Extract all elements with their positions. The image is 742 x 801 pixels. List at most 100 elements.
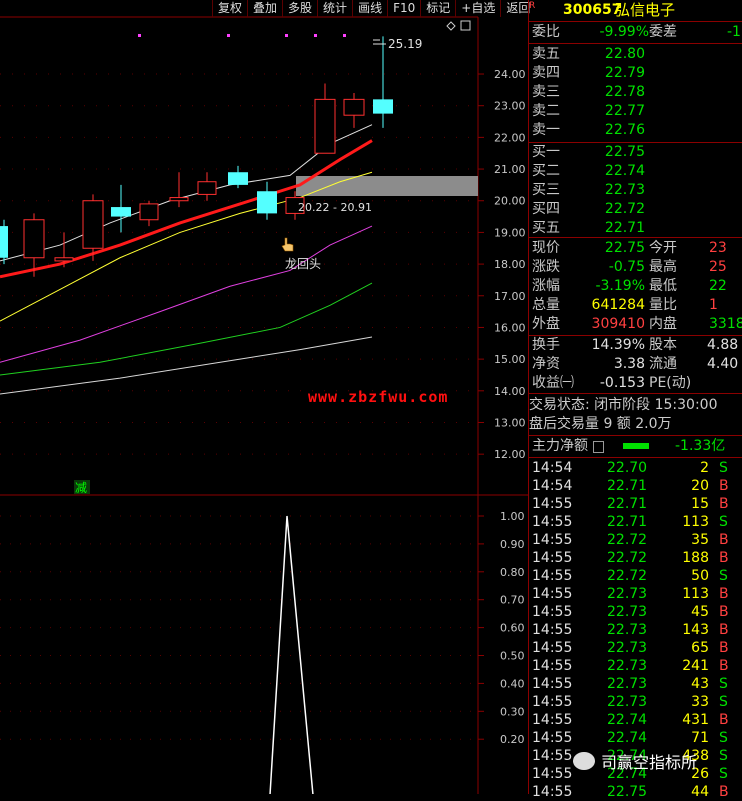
price-tick: 13.00 [494,416,526,429]
stat-value-2: 23 [709,240,727,256]
toolbar-button-5[interactable]: F10 [387,0,420,17]
toolbar-button-6[interactable]: 标记 [420,0,455,17]
tick-volume: 43 [691,676,709,692]
stat2-label: 收益㈠ [532,375,574,391]
price-tick: 15.00 [494,353,526,366]
tick-row: 14:55 22.73 65 B [529,639,742,657]
bid-row[interactable]: 买三 22.73 [529,181,742,200]
tick-side: B [719,622,729,638]
ask-price: 22.76 [604,122,645,138]
stat-label-2: 内盘 [649,316,677,332]
tick-side: S [719,730,728,746]
bid-row[interactable]: 买四 22.72 [529,200,742,219]
bid-price: 22.75 [604,144,645,160]
tick-row: 14:55 22.71 15 B [529,495,742,513]
stat-row: 外盘 309410 内盘 3318 [529,315,742,334]
ratio-value: -9.99% [599,24,649,40]
tick-row: 14:55 22.74 71 S [529,729,742,747]
bid-label: 买四 [532,201,560,217]
bid-label: 买三 [532,182,560,198]
stat-row: 涨幅 -3.19% 最低 22 [529,277,742,296]
ask-row[interactable]: 卖一 22.76 [529,121,742,140]
tick-side: B [719,604,729,620]
tick-volume: 113 [682,514,709,530]
tick-time: 14:55 [532,694,573,710]
price-tick: 16.00 [494,321,526,334]
tick-price: 22.75 [607,784,648,800]
tick-time: 14:55 [532,514,573,530]
candle[interactable] [0,219,8,265]
tick-time: 14:55 [532,622,573,638]
signal-label: 龙回头 [285,257,321,271]
tick-row: 14:55 22.73 43 S [529,675,742,693]
stat-label-2: 最高 [649,259,677,275]
price-tick: 21.00 [494,163,526,176]
tick-side: S [719,694,728,710]
stat-value-2: 1 [709,297,718,313]
tick-time: 14:55 [532,640,573,656]
stat2-value: 14.39% [591,337,645,353]
tick-time: 14:55 [532,496,573,512]
indicator-tick: 0.70 [500,594,525,607]
stock-code: 300657 [563,2,622,18]
tick-time: 14:55 [532,748,573,764]
tick-side: S [719,766,728,782]
stat2-row: 换手 14.39% 股本 4.88 [529,336,742,355]
diff-label: 委差 [649,24,677,40]
tick-price: 22.73 [607,676,648,692]
toolbar-button-7[interactable]: +自选 [455,0,500,17]
list-icon[interactable] [593,441,604,453]
toolbar-button-4[interactable]: 画线 [352,0,387,17]
tick-row: 14:55 22.72 35 B [529,531,742,549]
r-badge: R [529,1,536,11]
tick-price: 22.71 [607,496,648,512]
tick-price: 22.73 [607,604,648,620]
tick-side: S [719,748,728,764]
tick-row: 14:55 22.75 44 B [529,783,742,801]
tick-side: S [719,514,728,530]
toolbar-button-2[interactable]: 多股 [282,0,317,17]
tick-row: 14:55 22.73 33 S [529,693,742,711]
tick-time: 14:55 [532,766,573,782]
after-hours-line: 盘后交易量 9 额 2.0万 [529,416,672,432]
ask-label: 卖五 [532,46,560,62]
stat-label-2: 最低 [649,278,677,294]
toolbar-button-1[interactable]: 叠加 [247,0,282,17]
price-tick: 17.00 [494,290,526,303]
tick-volume: 50 [691,568,709,584]
bid-price: 22.73 [604,182,645,198]
ask-price: 22.78 [604,84,645,100]
tick-row: 14:55 22.73 113 B [529,585,742,603]
indicator-tag: 减 [75,481,87,495]
stat2-label: 净资 [532,356,560,372]
stat-value: 22.75 [604,240,645,256]
ask-row[interactable]: 卖三 22.78 [529,83,742,102]
tick-time: 14:55 [532,568,573,584]
stat2-value: -0.153 [599,375,645,391]
tick-time: 14:55 [532,658,573,674]
tick-volume: 2 [700,460,709,476]
flow-bar [623,443,649,449]
resistance-zone [296,176,478,196]
tick-volume: 71 [691,730,709,746]
ask-row[interactable]: 卖五 22.80 [529,45,742,64]
ask-row[interactable]: 卖二 22.77 [529,102,742,121]
ask-price: 22.77 [604,103,645,119]
diff-value: -1 [727,24,741,40]
stat2-value-2: 4.40 [707,356,739,372]
indicator-tick: 0.90 [500,538,525,551]
bid-row[interactable]: 买五 22.71 [529,219,742,238]
kline-chart[interactable]: 24.00 23.00 22.00 21.00 20.00 19.00 18.00 17.00… [0,0,528,794]
tick-side: B [719,658,729,674]
tick-row: 14:54 22.70 2 S [529,459,742,477]
stat2-value: 3.38 [613,356,645,372]
tick-price: 22.73 [607,694,648,710]
toolbar-button-3[interactable]: 统计 [317,0,352,17]
bid-row[interactable]: 买二 22.74 [529,162,742,181]
tick-time: 14:55 [532,604,573,620]
bid-row[interactable]: 买一 22.75 [529,143,742,162]
stock-header[interactable]: R 300657 弘信电子 [529,0,742,20]
indicator-tick: 0.30 [500,705,525,718]
ask-row[interactable]: 卖四 22.79 [529,64,742,83]
toolbar-button-0[interactable]: 复权 [212,0,247,17]
